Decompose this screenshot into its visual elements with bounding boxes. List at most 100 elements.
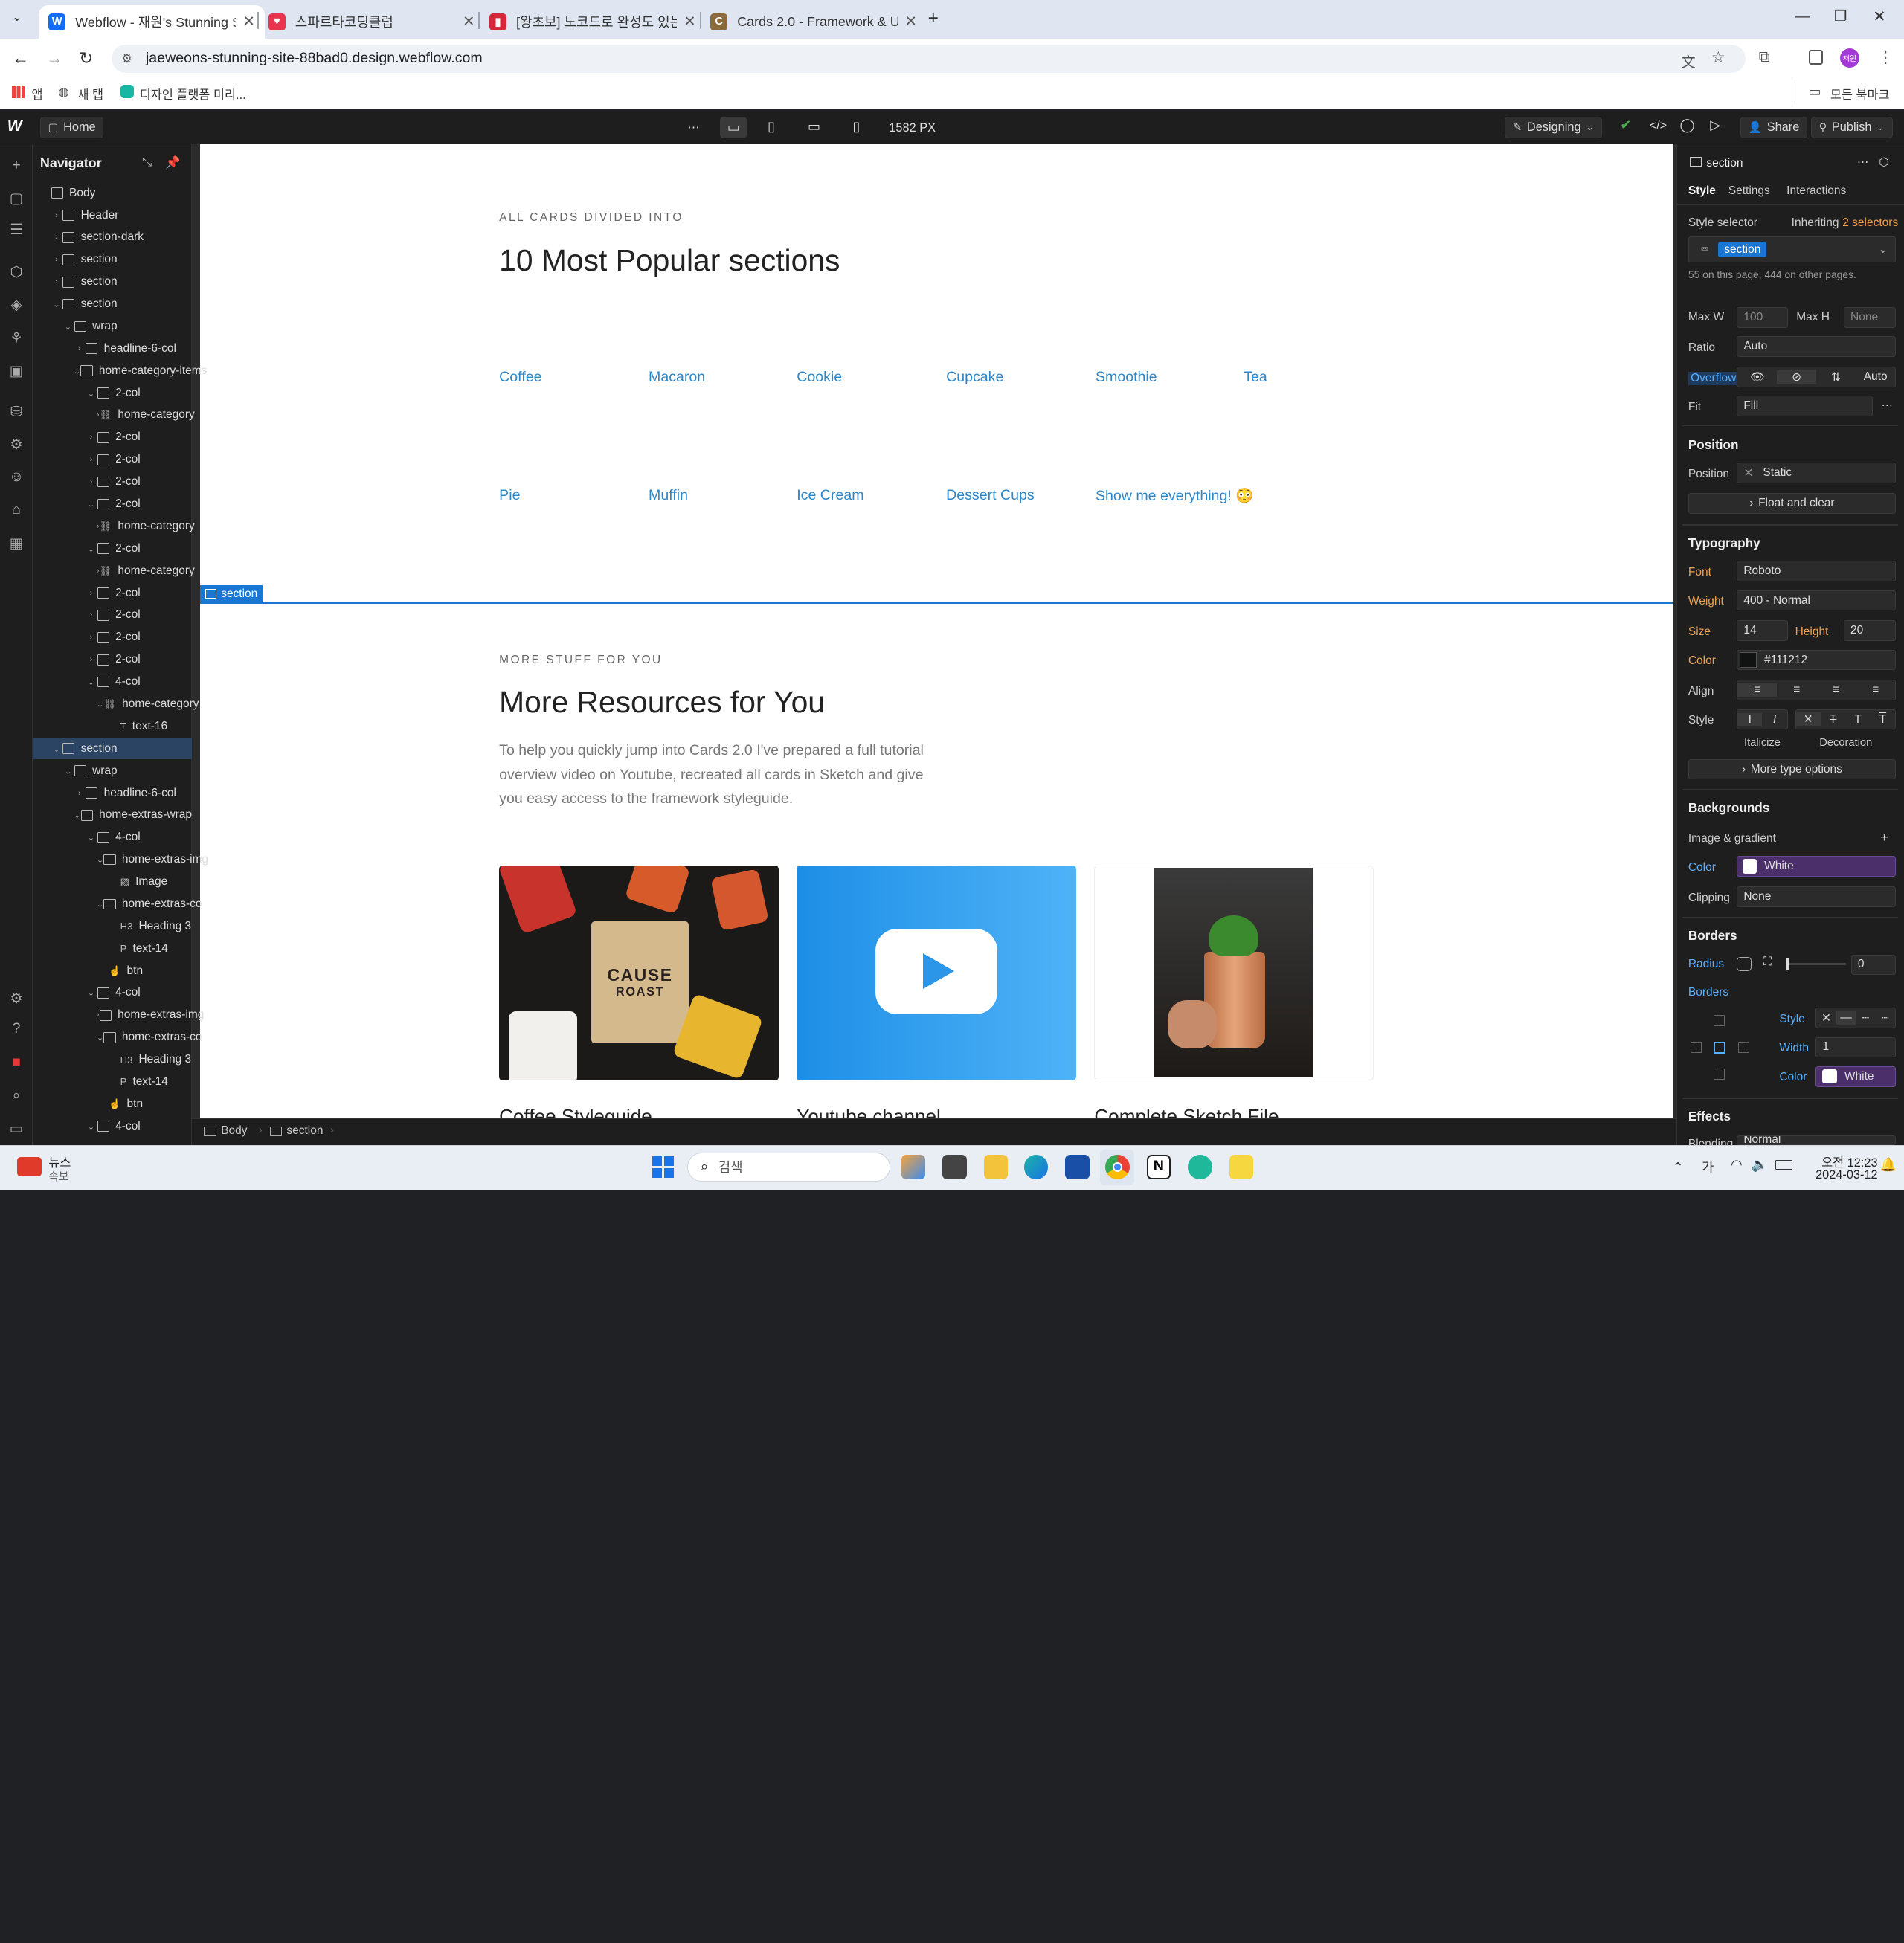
italic-buttons[interactable]: I I (1737, 709, 1788, 730)
no-decoration-icon[interactable]: ✕ (1795, 712, 1821, 727)
pages-icon[interactable]: ▢ (7, 190, 25, 207)
navigator-item[interactable]: ⌄ home-extras-co (33, 893, 202, 915)
navigator-item[interactable]: ⌄ wrap (33, 760, 192, 782)
extensions-icon[interactable]: ⧉ (1759, 48, 1770, 66)
chevron-right-icon[interactable]: › (51, 255, 62, 264)
radius-input[interactable]: 0 (1850, 954, 1897, 976)
preview-icon[interactable]: ▷ (1710, 117, 1720, 133)
border-color-input[interactable]: White (1815, 1066, 1897, 1087)
chevron-down-icon[interactable]: ⌄ (85, 544, 97, 554)
effects-heading[interactable]: Effects (1688, 1109, 1731, 1124)
navigator-item[interactable]: ⌄ section (33, 293, 192, 315)
navigator-item[interactable]: H3 Heading 3 (33, 915, 192, 937)
more-icon[interactable]: ⋯ (1857, 155, 1869, 170)
more-icon[interactable]: ⋯ (1882, 399, 1894, 413)
border-style-buttons[interactable]: ✕ — ┄ ┈ (1815, 1008, 1897, 1029)
category-link[interactable]: Muffin (649, 487, 688, 504)
chevron-right-icon[interactable]: › (85, 455, 97, 464)
battery-icon[interactable] (1775, 1159, 1793, 1170)
chevron-down-icon[interactable]: ⌄ (62, 321, 74, 332)
navigator-item[interactable]: ⌄ 4-col (33, 827, 192, 848)
navigator-item[interactable]: › headline-6-col (33, 782, 192, 804)
chevron-down-icon[interactable]: ⌄ (85, 499, 97, 509)
border-width-input[interactable]: 1 (1815, 1037, 1897, 1058)
browser-tab[interactable]: W Webflow - 재원's Stunning Site ✕ (39, 4, 265, 39)
class-chip[interactable]: section (1718, 241, 1767, 258)
class-selector[interactable]: ⮹ section ⌄ (1688, 236, 1897, 262)
add-icon[interactable]: + (1880, 829, 1888, 846)
float-clear-toggle[interactable]: › Float and clear (1688, 492, 1897, 514)
navigator-item[interactable]: Ptext-14 (33, 1071, 192, 1092)
menu-icon[interactable]: ⋮ (1878, 48, 1894, 67)
category-link[interactable]: Show me everything! 😳 (1096, 487, 1254, 505)
desktop-breakpoint-icon[interactable]: ▭ (720, 116, 747, 139)
overline-icon[interactable]: T (1871, 713, 1895, 726)
navigator-item[interactable]: ☝ btn (33, 960, 192, 982)
eye-icon[interactable]: 👁 (1737, 370, 1777, 384)
category-link[interactable]: Dessert Cups (946, 487, 1035, 504)
add-panel-icon[interactable]: + (7, 157, 25, 175)
radius-all-icon[interactable] (1737, 956, 1752, 972)
chevron-down-icon[interactable]: ⌄ (97, 899, 104, 909)
maxw-input[interactable]: 100 (1737, 307, 1788, 328)
navigator-item[interactable]: Body (33, 182, 192, 204)
align-center-icon[interactable]: ≡ (1777, 683, 1816, 697)
align-buttons[interactable]: ≡ ≡ ≡ ≡ (1737, 680, 1897, 701)
share-button[interactable]: 👤 Share (1740, 116, 1808, 139)
help-icon[interactable]: ? (7, 1020, 25, 1038)
navigator-item[interactable]: › 2-col (33, 449, 192, 471)
notification-icon[interactable]: 🔔 (1880, 1157, 1897, 1173)
minimize-icon[interactable]: — (1795, 8, 1810, 25)
file-explorer-icon[interactable] (983, 1154, 1009, 1179)
radius-slider-handle[interactable] (1785, 958, 1789, 970)
code-icon[interactable]: </> (1650, 119, 1667, 133)
typography-heading[interactable]: Typography (1688, 535, 1760, 551)
border-all-icon[interactable] (1714, 1042, 1726, 1054)
tab-interactions[interactable]: Interactions (1786, 184, 1846, 198)
page-switcher[interactable]: ▢ Home (39, 116, 104, 139)
chevron-down-icon[interactable]: ⌄ (85, 987, 97, 998)
app-icon[interactable] (942, 1154, 967, 1179)
bookmark-new-tab[interactable]: 새 탭 (78, 85, 104, 103)
check-icon[interactable]: ✔ (1620, 117, 1631, 133)
none-icon[interactable]: ✕ (1816, 1011, 1836, 1025)
navigator-item[interactable]: ⌄ 4-col (33, 671, 192, 692)
navigator-item[interactable]: Ptext-14 (33, 938, 192, 959)
ratio-select[interactable]: Auto (1737, 336, 1897, 358)
restore-icon[interactable]: ❐ (1834, 7, 1847, 25)
navigator-item[interactable]: ⌄ home-category-items (33, 360, 208, 381)
category-link[interactable]: Pie (499, 487, 520, 504)
wifi-icon[interactable]: ◠ (1731, 1157, 1743, 1173)
chevron-right-icon[interactable]: › (51, 277, 62, 286)
text-color-input[interactable]: #111212 (1737, 649, 1897, 671)
mode-selector[interactable]: ✎ Designing ⌄ (1505, 116, 1602, 139)
decoration-buttons[interactable]: ✕ T T T (1795, 709, 1897, 730)
assets-icon[interactable]: ▣ (7, 362, 25, 380)
category-link[interactable]: Ice Cream (797, 487, 863, 504)
translate-icon[interactable]: 文 (1681, 50, 1696, 71)
fit-select[interactable]: Fill (1737, 396, 1874, 417)
category-link[interactable]: Smoothie (1096, 369, 1157, 386)
inheriting-count[interactable]: 2 selectors (1842, 216, 1898, 230)
comment-icon[interactable]: ◯ (1679, 117, 1694, 133)
navigator-item[interactable]: ⌄ home-extras-img (33, 848, 208, 870)
borders-heading[interactable]: Borders (1688, 928, 1737, 944)
back-icon[interactable]: ← (12, 48, 29, 68)
mobile-portrait-icon[interactable]: ▯ (852, 119, 860, 135)
cms-icon[interactable]: ⛁ (7, 403, 25, 421)
navigator-item[interactable]: Ttext-16 (33, 715, 192, 737)
overflow-buttons[interactable]: 👁 ⊘ ⇅ Auto (1737, 367, 1897, 387)
navigator-item[interactable]: ⌄ section (33, 738, 192, 760)
logic-icon[interactable]: ⚙ (7, 436, 25, 454)
settings-icon[interactable]: ⚙ (7, 990, 25, 1008)
chevron-up-icon[interactable]: ⌃ (1673, 1160, 1684, 1176)
tab-search-icon[interactable]: ⌄ (7, 10, 27, 29)
new-tab-button[interactable]: + (928, 8, 939, 29)
height-input[interactable]: 20 (1843, 620, 1897, 642)
border-top-icon[interactable] (1714, 1015, 1725, 1026)
dotted-line-icon[interactable]: ┈ (1876, 1011, 1895, 1025)
chevron-down-icon[interactable]: ⌄ (97, 699, 104, 709)
category-link[interactable]: Coffee (499, 369, 541, 386)
close-window-icon[interactable]: ✕ (1873, 7, 1886, 26)
cube-icon[interactable]: ⬡ (1879, 155, 1889, 170)
